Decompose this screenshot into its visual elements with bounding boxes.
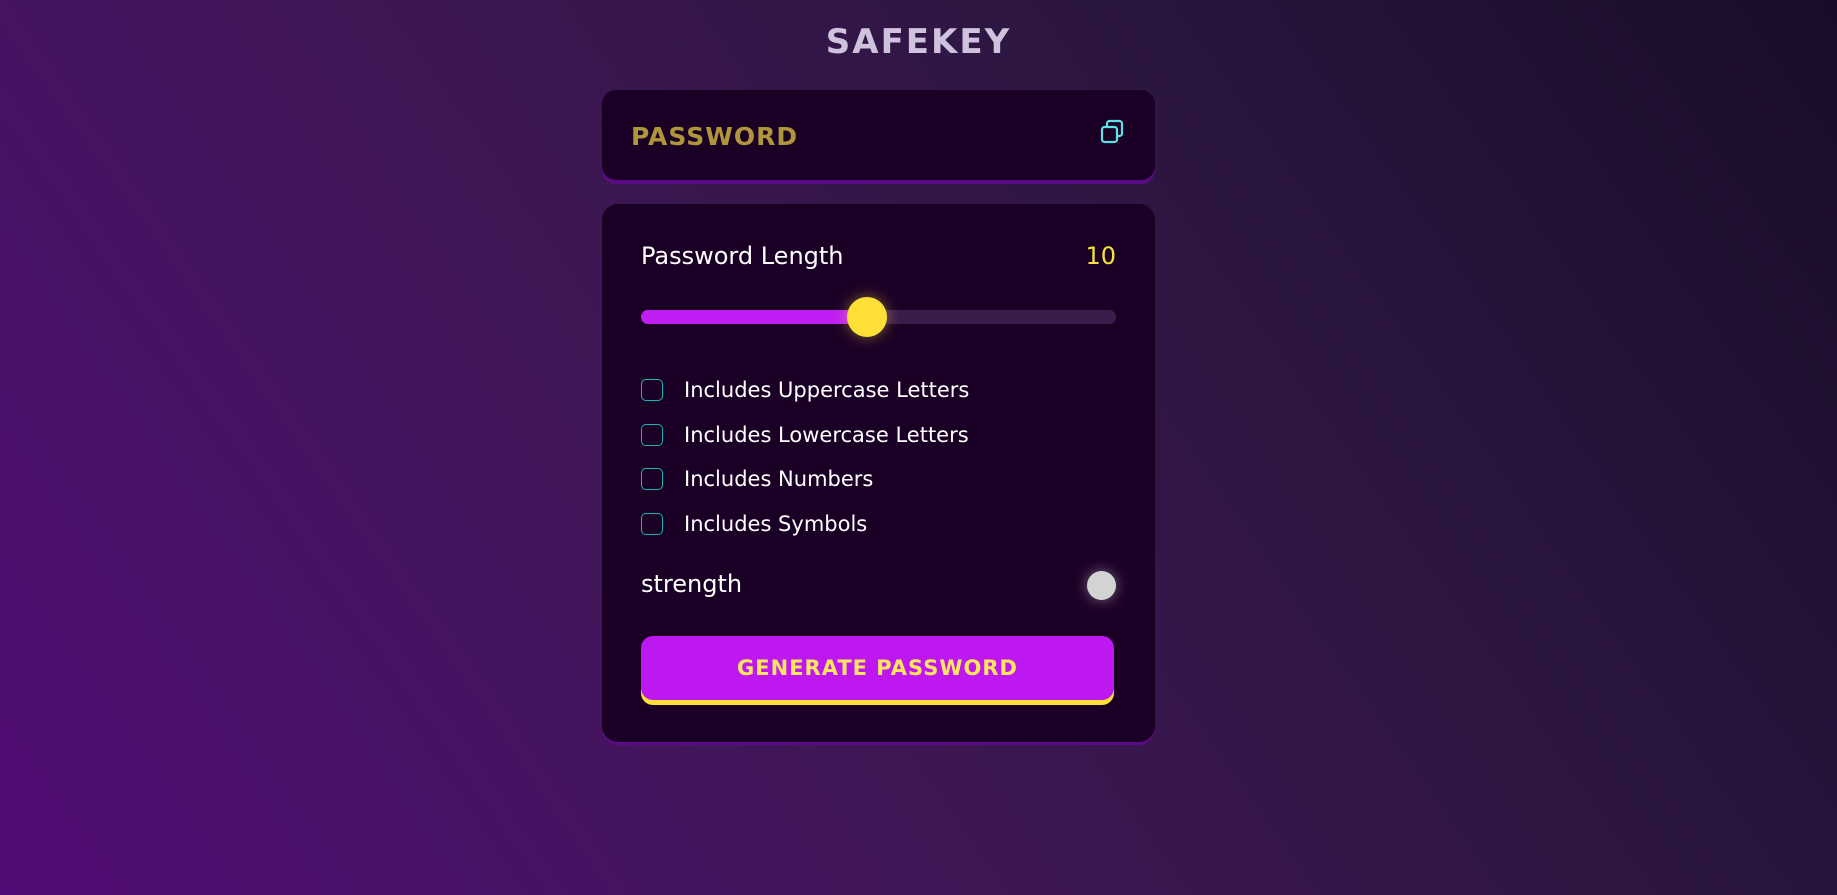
options-list: Includes Uppercase Letters Includes Lowe… — [641, 368, 1116, 546]
length-value: 10 — [1085, 242, 1116, 270]
strength-row: strength — [641, 564, 1116, 604]
option-uppercase[interactable]: Includes Uppercase Letters — [641, 368, 1116, 413]
length-row: Password Length 10 — [641, 242, 1116, 278]
slider-thumb[interactable] — [846, 297, 887, 337]
option-label: Includes Numbers — [684, 467, 874, 492]
app-title: SAFEKEY — [825, 22, 1012, 62]
option-label: Includes Uppercase Letters — [684, 378, 970, 403]
slider-fill — [641, 310, 867, 324]
copy-icon[interactable] — [1099, 119, 1125, 145]
generate-password-button[interactable]: GENERATE PASSWORD — [641, 636, 1114, 700]
strength-label: strength — [641, 570, 743, 598]
password-output: PASSWORD — [631, 122, 799, 151]
option-label: Includes Symbols — [684, 511, 868, 536]
length-slider[interactable] — [641, 297, 1116, 337]
symbols-checkbox[interactable] — [641, 512, 663, 535]
length-label: Password Length — [641, 242, 844, 270]
uppercase-checkbox[interactable] — [641, 379, 663, 402]
password-display: PASSWORD — [602, 90, 1155, 180]
option-symbols[interactable]: Includes Symbols — [641, 502, 1116, 547]
option-numbers[interactable]: Includes Numbers — [641, 457, 1116, 502]
strength-indicator — [1087, 571, 1116, 600]
numbers-checkbox[interactable] — [641, 468, 663, 491]
lowercase-checkbox[interactable] — [641, 423, 663, 446]
option-lowercase[interactable]: Includes Lowercase Letters — [641, 413, 1116, 458]
option-label: Includes Lowercase Letters — [684, 422, 969, 447]
settings-panel: Password Length 10 Includes Uppercase Le… — [602, 204, 1155, 742]
